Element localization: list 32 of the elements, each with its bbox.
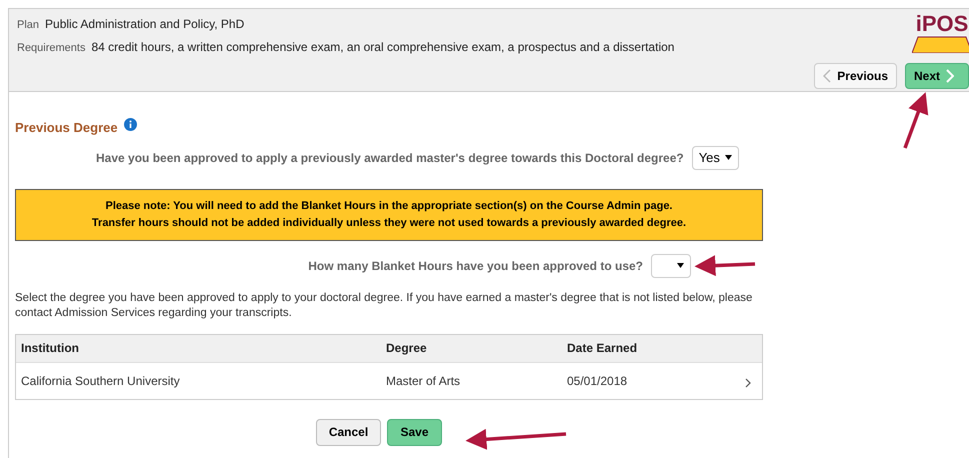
previous-button[interactable]: Previous (814, 63, 897, 89)
caret-down-icon (677, 263, 684, 268)
requirements-value: 84 credit hours, a written comprehensive exam, an oral comprehensive exam, a prospectus and a dissertation (91, 38, 674, 56)
plan-label: Plan (17, 18, 40, 33)
plan-value: Public Administration and Policy, PhD (45, 16, 244, 33)
logo-text: iPOS (916, 13, 968, 35)
column-header: Date Earned (566, 340, 638, 357)
next-button[interactable]: Next (905, 63, 969, 89)
instructions-text: Select the degree you have been approved to apply to your doctoral degree. If you have earned a master's degree that is not listed below, please contact Admission Services regarding your transcripts. (15, 290, 754, 320)
annotation-arrow (694, 255, 756, 276)
section-title: Previous Degree (15, 119, 118, 137)
caret-down-icon (724, 155, 732, 160)
question-label: How many Blanket Hours have you been approved to use? (308, 258, 643, 274)
question-label: Have you been approved to apply a previously awarded master's degree towards this Doctoral degree? (96, 150, 684, 166)
notice-text: Transfer hours should not be added individually unless they were not used towards a previously awarded degree. (92, 216, 686, 230)
column-header: Institution (20, 340, 80, 357)
column-header: Degree (385, 340, 428, 357)
requirements-label: Requirements (17, 40, 86, 56)
notice-text: Please note: You will need to add the Blanket Hours in the appropriate section(s) on the Course Admin page. (106, 199, 672, 214)
chevron-right-icon (946, 69, 954, 83)
chevron-right-icon (745, 378, 751, 388)
table-cell-text: 05/01/2018 (566, 372, 628, 390)
annotation-arrow (903, 92, 928, 149)
chevron-left-icon (823, 69, 832, 83)
cancel-button[interactable]: Cancel (316, 418, 381, 446)
map-icon (912, 35, 969, 53)
info-icon[interactable] (124, 118, 137, 132)
table-row[interactable]: California Southern University Master of Arts 05/01/2018 (16, 362, 762, 398)
yes-no-select[interactable]: Yes (692, 146, 739, 170)
save-button[interactable]: Save (387, 418, 442, 446)
table-cell-text: California Southern University (20, 372, 181, 390)
table-cell-text: Master of Arts (385, 372, 462, 390)
